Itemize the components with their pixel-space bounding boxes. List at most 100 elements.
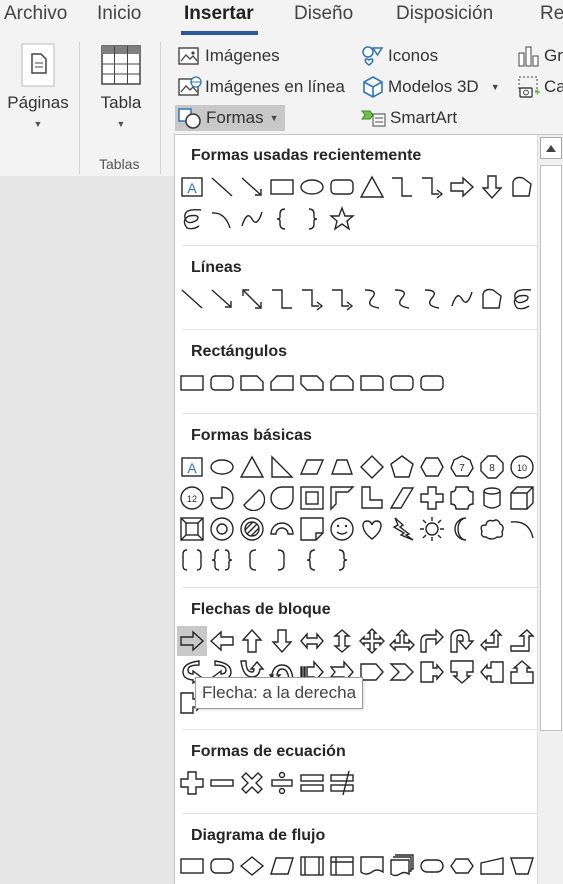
- tab-disposicion[interactable]: Disposición: [396, 3, 493, 25]
- shape-blob[interactable]: [507, 172, 537, 202]
- shape-plaque[interactable]: [447, 483, 477, 513]
- shape-n10[interactable]: 10: [507, 452, 537, 482]
- shape-snip3[interactable]: [327, 368, 357, 398]
- shape-bolt[interactable]: [387, 514, 417, 544]
- shape-fterm[interactable]: [417, 851, 447, 881]
- shape-dbrace[interactable]: [207, 545, 237, 575]
- shape-rtri[interactable]: [267, 452, 297, 482]
- shape-eqdiv[interactable]: [267, 768, 297, 798]
- shape-ellipse[interactable]: [207, 452, 237, 482]
- shape-lbrace[interactable]: [297, 545, 327, 575]
- shape-leftup[interactable]: [477, 626, 507, 656]
- shape-snipd[interactable]: [297, 368, 327, 398]
- shape-rightarrow[interactable]: [447, 172, 477, 202]
- shape-halfframe[interactable]: [327, 483, 357, 513]
- shape-rrect[interactable]: [417, 368, 447, 398]
- gallery-scrollbar[interactable]: [537, 135, 563, 884]
- shape-plus[interactable]: [417, 483, 447, 513]
- shape-rbrace[interactable]: [327, 545, 357, 575]
- shape-rrect[interactable]: [207, 368, 237, 398]
- captura-button[interactable]: Ca: [517, 74, 563, 100]
- shape-s1[interactable]: [417, 284, 447, 314]
- shape-blob[interactable]: [477, 284, 507, 314]
- scroll-thumb[interactable]: [540, 165, 562, 731]
- shape-trap[interactable]: [327, 452, 357, 482]
- shape-snipr[interactable]: [357, 368, 387, 398]
- shape-n8[interactable]: 8: [477, 452, 507, 482]
- shape-finternal[interactable]: [327, 851, 357, 881]
- shape-elbow[interactable]: [267, 284, 297, 314]
- shape-uturn[interactable]: [447, 626, 477, 656]
- shape-blockarc[interactable]: [267, 514, 297, 544]
- shape-falt[interactable]: [207, 851, 237, 881]
- shape-downarrow[interactable]: [267, 626, 297, 656]
- shape-frame[interactable]: [297, 483, 327, 513]
- shape-udarrow[interactable]: [327, 626, 357, 656]
- shape-bentup[interactable]: [507, 626, 537, 656]
- shape-pie[interactable]: [207, 483, 237, 513]
- shape-fmultidoc[interactable]: [387, 851, 417, 881]
- scroll-up-button[interactable]: [540, 137, 562, 159]
- shape-s1[interactable]: [357, 284, 387, 314]
- shape-arrowline[interactable]: [207, 284, 237, 314]
- shape-bevel[interactable]: [177, 514, 207, 544]
- shape-ellipse[interactable]: [297, 172, 327, 202]
- shape-fmanual[interactable]: [477, 851, 507, 881]
- shape-bentarrow[interactable]: [417, 626, 447, 656]
- shape-folded[interactable]: [297, 514, 327, 544]
- shape-eqplus[interactable]: [177, 768, 207, 798]
- shape-leftarrow[interactable]: [207, 626, 237, 656]
- tabla-button[interactable]: Tabla ▼: [92, 42, 150, 129]
- shape-chevron[interactable]: [387, 657, 417, 687]
- shape-donut[interactable]: [207, 514, 237, 544]
- shape-curve[interactable]: [447, 284, 477, 314]
- shape-dblarrow[interactable]: [237, 284, 267, 314]
- shape-hex[interactable]: [417, 452, 447, 482]
- shape-n7[interactable]: 7: [447, 452, 477, 482]
- shape-rightcallout[interactable]: [417, 657, 447, 687]
- tab-inicio[interactable]: Inicio: [97, 3, 141, 25]
- shape-uparrow[interactable]: [237, 626, 267, 656]
- shape-sun[interactable]: [417, 514, 447, 544]
- shape-text[interactable]: A: [177, 172, 207, 202]
- shape-elbowarr[interactable]: [297, 284, 327, 314]
- modelos-3d-button[interactable]: Modelos 3D ▼: [361, 74, 500, 100]
- shape-tear[interactable]: [267, 483, 297, 513]
- shape-leftcallout[interactable]: [477, 657, 507, 687]
- tab-archivo[interactable]: Archivo: [4, 3, 67, 25]
- shape-rightarrow[interactable]: [177, 626, 207, 656]
- shape-rect[interactable]: [177, 368, 207, 398]
- shape-fprocess[interactable]: [177, 851, 207, 881]
- smartart-button[interactable]: SmartArt: [361, 105, 457, 131]
- shape-star[interactable]: [327, 204, 357, 234]
- shape-rbracket[interactable]: [267, 545, 297, 575]
- shape-eqnotequal[interactable]: [327, 768, 357, 798]
- shape-rrect[interactable]: [327, 172, 357, 202]
- shape-lrarrow[interactable]: [297, 626, 327, 656]
- shape-curve[interactable]: [237, 204, 267, 234]
- shape-lshape[interactable]: [357, 483, 387, 513]
- shape-tri[interactable]: [357, 172, 387, 202]
- tab-referencias[interactable]: Re: [540, 3, 563, 25]
- shape-elbow[interactable]: [387, 172, 417, 202]
- shape-fprep[interactable]: [447, 851, 477, 881]
- shape-fmanop[interactable]: [507, 851, 537, 881]
- shape-line[interactable]: [177, 284, 207, 314]
- shape-snip2[interactable]: [267, 368, 297, 398]
- shape-eqmul[interactable]: [237, 768, 267, 798]
- shape-rect[interactable]: [267, 172, 297, 202]
- shape-dbracket[interactable]: [177, 545, 207, 575]
- shape-fdoc[interactable]: [357, 851, 387, 881]
- shape-lbracket[interactable]: [237, 545, 267, 575]
- shape-scribble[interactable]: [177, 204, 207, 234]
- iconos-button[interactable]: Iconos: [361, 43, 438, 69]
- shape-lrup[interactable]: [387, 626, 417, 656]
- formas-button[interactable]: Formas ▼: [175, 105, 285, 131]
- shape-smiley[interactable]: [327, 514, 357, 544]
- shape-s1[interactable]: [387, 284, 417, 314]
- imagenes-button[interactable]: Imágenes: [178, 43, 280, 69]
- shape-para[interactable]: [297, 452, 327, 482]
- shape-scribble[interactable]: [507, 284, 537, 314]
- imagenes-en-linea-button[interactable]: Imágenes en línea: [178, 74, 345, 100]
- shape-elbowarr[interactable]: [417, 172, 447, 202]
